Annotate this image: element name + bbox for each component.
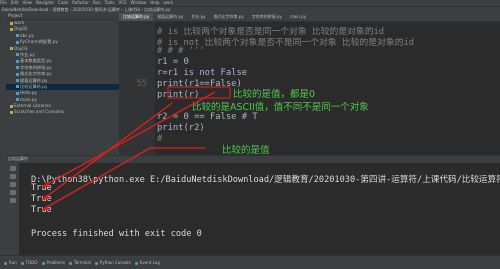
annotation-arrows (41, 86, 231, 211)
arrow-line (41, 102, 173, 201)
arrow-head (42, 205, 49, 210)
highlight-box (167, 86, 231, 99)
arrow-line (41, 91, 216, 188)
arrow-head (42, 182, 49, 187)
